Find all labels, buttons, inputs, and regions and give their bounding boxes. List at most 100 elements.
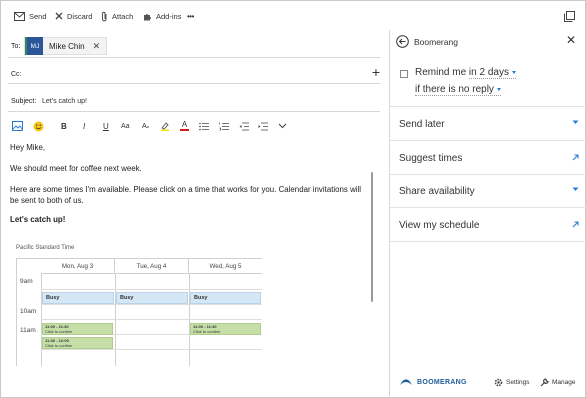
- font-size-icon[interactable]: Aa: [121, 119, 130, 133]
- remind-duration-value: in 2 days: [468, 67, 509, 78]
- calendar-gridline: [41, 274, 42, 366]
- addins-label: Add-ins: [156, 11, 182, 21]
- calendar-time-label: 9am: [20, 278, 33, 285]
- calendar-gridline: [41, 319, 262, 320]
- remind-condition-select[interactable]: if there is no reply: [415, 84, 501, 96]
- chevron-down-icon: [572, 120, 579, 124]
- remove-recipient-icon[interactable]: ✕: [93, 41, 101, 51]
- slot-note: Click to confirm: [45, 329, 73, 334]
- calendar-gridline: [115, 274, 116, 366]
- chevron-down-icon: [496, 87, 501, 91]
- subject-input[interactable]: Let's catch up!: [42, 98, 87, 105]
- busy-block: Busy: [190, 292, 261, 304]
- message-body[interactable]: Hey Mike, We should meet for coffee next…: [10, 142, 366, 235]
- discard-button[interactable]: Discard: [55, 9, 92, 23]
- attach-label: Attach: [112, 11, 134, 21]
- body-line-2: Here are some times I'm available. Pleas…: [10, 185, 362, 205]
- availability-calendar: Mon, Aug 3 Tue, Aug 4 Wed, Aug 5 9am 10a…: [16, 258, 262, 366]
- time-slot[interactable]: 11:00 - 11:30 Click to confirm: [190, 323, 261, 335]
- bullets-icon[interactable]: [199, 119, 209, 133]
- panel-item-label: Share availability: [399, 185, 475, 197]
- calendar-time-label: 11am: [20, 327, 36, 334]
- superscript-icon[interactable]: Aa: [142, 119, 149, 133]
- busy-block: Busy: [42, 292, 114, 304]
- recipient-chip[interactable]: MJ Mike Chin ✕: [24, 37, 108, 55]
- chevron-down-icon: [511, 70, 516, 74]
- share-availability-item[interactable]: Share availability: [399, 181, 579, 201]
- boomerang-panel: Boomerang ✕ Remind me in 2 days if there…: [390, 30, 586, 398]
- subject-label: Subject:: [11, 98, 37, 105]
- scrollbar[interactable]: [371, 172, 373, 302]
- recipient-name: Mike Chin: [49, 41, 85, 51]
- wrench-icon: [540, 378, 549, 387]
- outdent-icon[interactable]: [239, 119, 249, 133]
- discard-label: Discard: [67, 11, 93, 21]
- attach-button[interactable]: Attach: [101, 9, 133, 23]
- panel-item-label: View my schedule: [399, 219, 480, 231]
- calendar-gridline: [41, 304, 262, 305]
- manage-button[interactable]: Manage: [540, 378, 576, 387]
- suggest-times-item[interactable]: Suggest times: [399, 148, 579, 168]
- close-icon[interactable]: ✕: [566, 33, 576, 47]
- send-icon: [14, 11, 25, 21]
- external-link-icon: [572, 221, 579, 228]
- close-icon: [55, 12, 63, 20]
- send-button[interactable]: Send: [14, 9, 47, 23]
- addins-button[interactable]: Add-ins: [143, 9, 181, 23]
- boomerang-icon: [400, 379, 412, 385]
- panel-item-label: Send later: [399, 118, 445, 130]
- indent-icon[interactable]: [258, 119, 268, 133]
- subject-field[interactable]: Subject: Let's catch up!: [8, 92, 380, 112]
- puzzle-icon: [144, 13, 151, 20]
- chevron-down-icon: [572, 187, 579, 191]
- send-later-item[interactable]: Send later: [399, 114, 579, 134]
- calendar-time-label: 10am: [20, 308, 37, 315]
- calendar-day-header: Wed, Aug 5: [189, 259, 262, 274]
- underline-icon[interactable]: U: [103, 119, 109, 133]
- back-arrow-icon[interactable]: [396, 35, 409, 53]
- remind-duration-select[interactable]: in 2 days: [468, 67, 516, 79]
- body-line-1: We should meet for coffee next week.: [10, 164, 142, 173]
- calendar-gridline: [189, 274, 190, 366]
- insert-image-icon[interactable]: [12, 119, 23, 133]
- boomerang-logo: BOOMERANG: [399, 378, 467, 386]
- chevron-down-icon[interactable]: [278, 119, 287, 133]
- view-schedule-item[interactable]: View my schedule: [399, 215, 579, 235]
- divider: [390, 106, 586, 107]
- emoji-icon[interactable]: [33, 119, 44, 133]
- signoff: Let's catch up!: [10, 215, 66, 224]
- numbering-icon[interactable]: [219, 119, 229, 133]
- slot-note: Click to confirm: [193, 329, 221, 334]
- remind-row: Remind me in 2 days: [415, 67, 516, 79]
- remind-checkbox[interactable]: [400, 70, 408, 78]
- gear-icon: [494, 378, 503, 387]
- settings-button[interactable]: Settings: [494, 378, 530, 387]
- italic-icon[interactable]: I: [83, 119, 85, 133]
- manage-label: Manage: [552, 379, 576, 386]
- divider: [390, 140, 586, 141]
- busy-block: Busy: [116, 292, 188, 304]
- cc-field[interactable]: Cc: +: [8, 64, 380, 84]
- time-slot[interactable]: 11:30 - 12:00 Click to confirm: [42, 337, 113, 349]
- panel-item-label: Suggest times: [399, 152, 463, 164]
- remind-condition-value: if there is no reply: [415, 84, 494, 95]
- divider: [390, 174, 586, 175]
- time-slot[interactable]: 11:00 - 11:30 Click to confirm: [42, 323, 113, 335]
- bold-icon[interactable]: B: [61, 119, 67, 133]
- more-button[interactable]: •••: [187, 9, 194, 23]
- panel-title: Boomerang: [414, 37, 458, 47]
- calendar-gridline: [41, 349, 262, 350]
- remind-prefix: Remind me: [415, 67, 467, 78]
- calendar-timezone: Pacific Standard Time: [16, 245, 75, 251]
- logo-text: BOOMERANG: [417, 378, 467, 386]
- avatar: MJ: [25, 37, 43, 55]
- external-link-icon: [572, 154, 579, 161]
- to-field[interactable]: To: MJ Mike Chin ✕: [8, 34, 380, 58]
- popout-icon[interactable]: [564, 9, 575, 27]
- add-recipient-icon[interactable]: +: [372, 65, 380, 79]
- calendar-gridline: [41, 289, 262, 290]
- font-color-icon[interactable]: A: [180, 119, 189, 133]
- highlight-icon[interactable]: [160, 119, 170, 133]
- divider: [390, 207, 586, 208]
- to-label: To:: [11, 43, 21, 50]
